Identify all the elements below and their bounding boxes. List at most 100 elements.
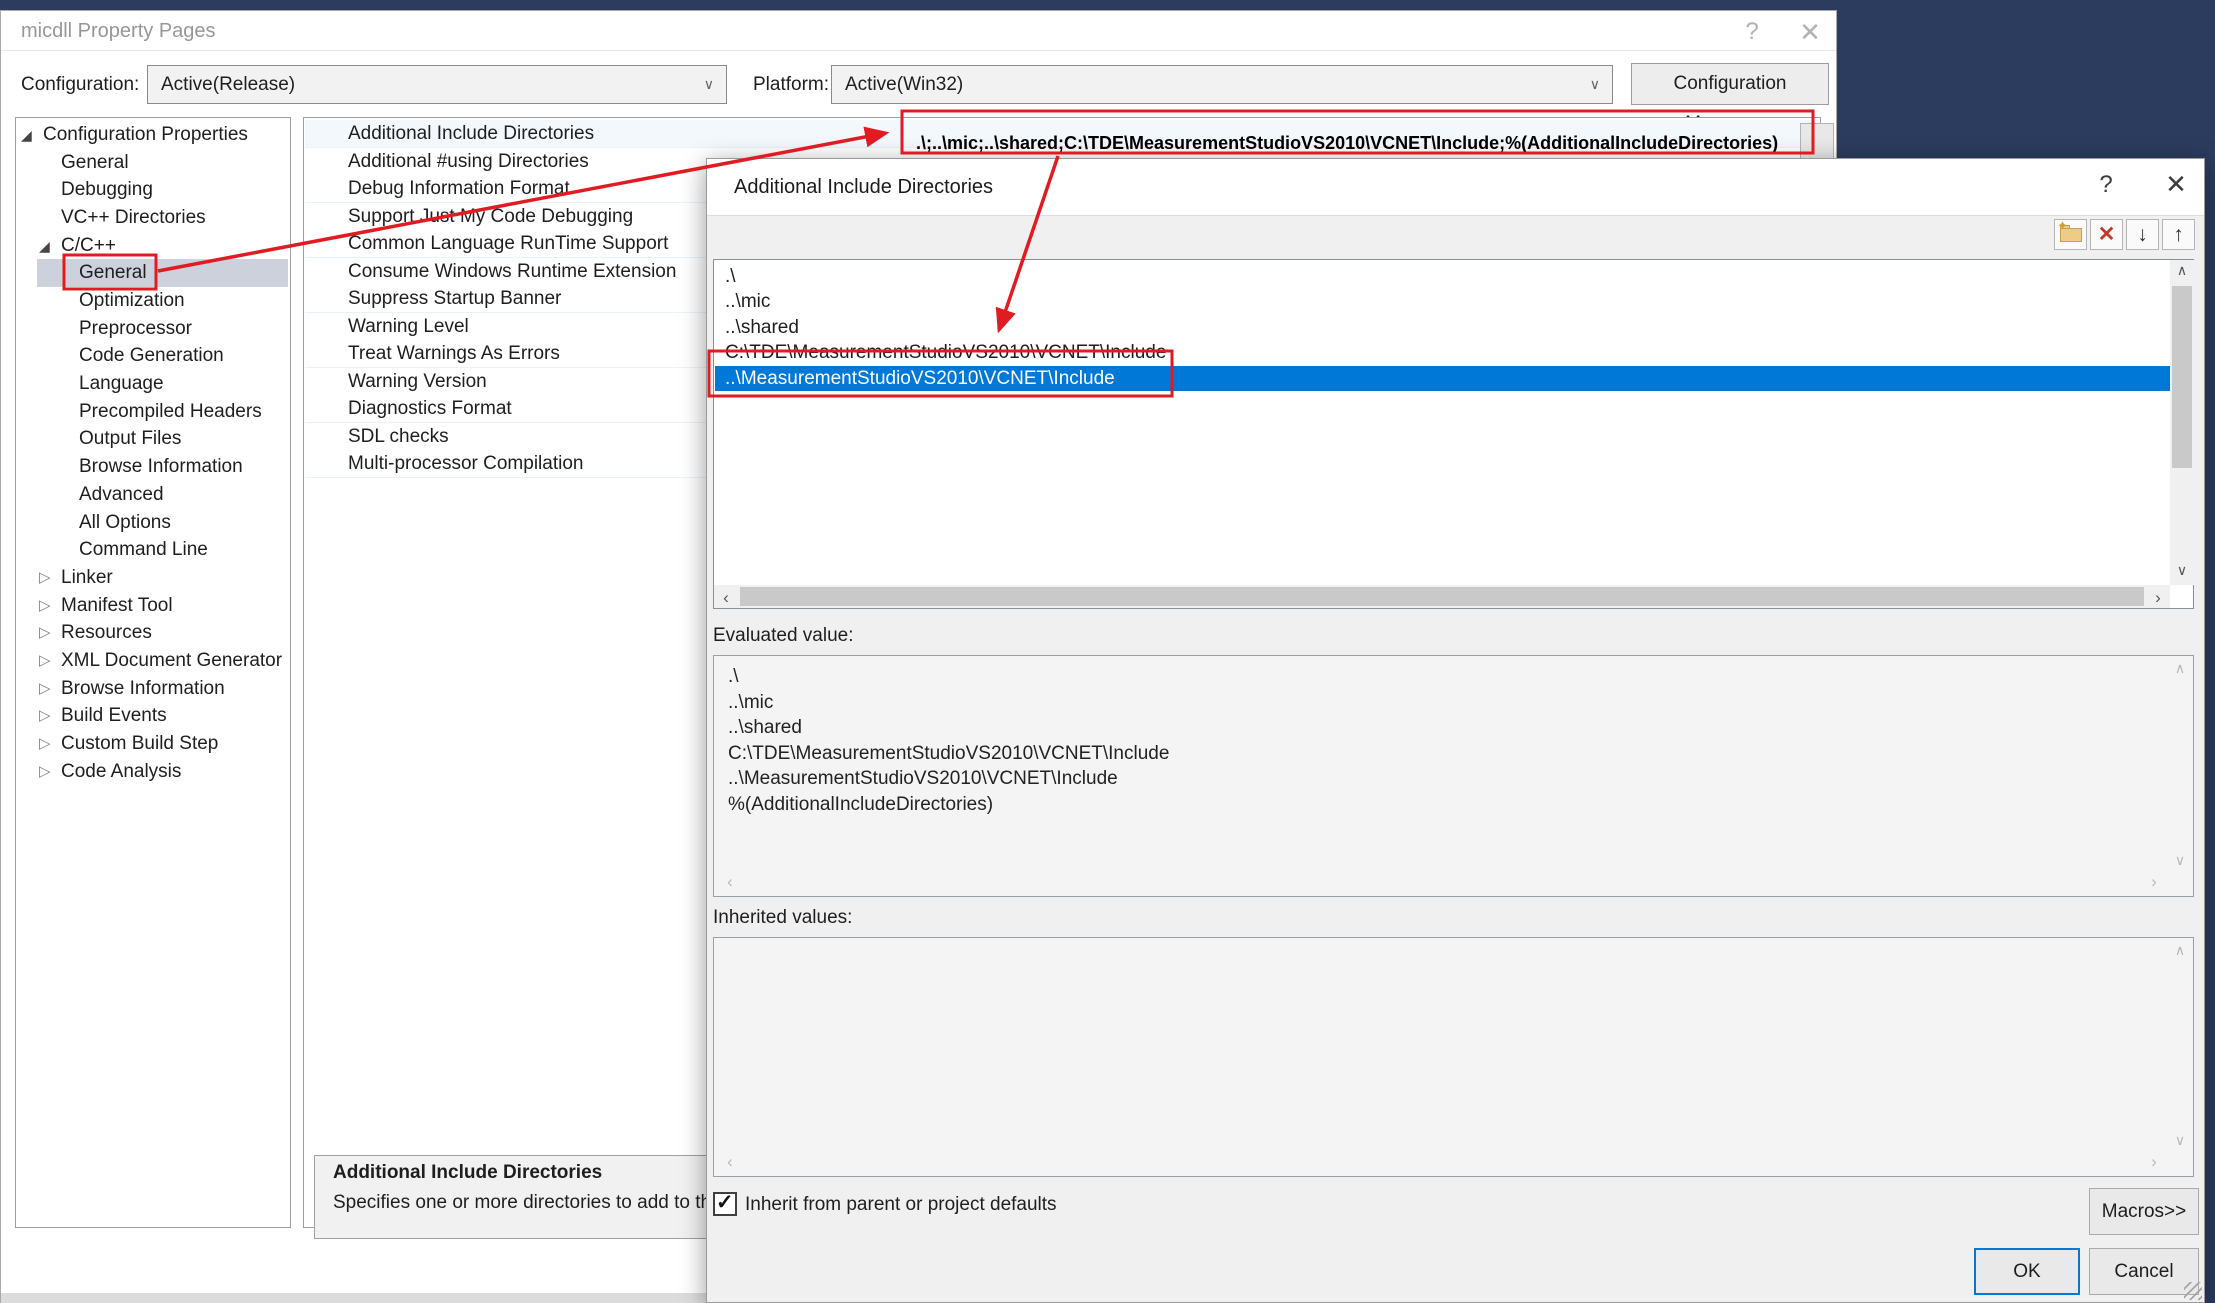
- tree-collapsed-icon[interactable]: ▷: [39, 647, 51, 675]
- scroll-right-icon[interactable]: ›: [2142, 872, 2166, 892]
- tree-item-general[interactable]: General: [17, 259, 289, 287]
- tree-item-all-options[interactable]: All Options: [17, 509, 289, 537]
- tree-item-debugging[interactable]: Debugging: [17, 176, 289, 204]
- close-icon[interactable]: ✕: [2159, 169, 2193, 205]
- tree-item-vc-directories[interactable]: VC++ Directories: [17, 204, 289, 232]
- scroll-up-icon[interactable]: ∧: [2168, 660, 2192, 677]
- tree-item-custom-build-step[interactable]: ▷ Custom Build Step: [17, 730, 289, 758]
- tree-item-label: Custom Build Step: [61, 730, 218, 758]
- tree-item-language[interactable]: Language: [17, 370, 289, 398]
- scrollbar-thumb[interactable]: [2172, 286, 2192, 468]
- tree-collapsed-icon[interactable]: ▷: [39, 564, 51, 592]
- tree-item-advanced[interactable]: Advanced: [17, 481, 289, 509]
- tree-item-configuration-properties[interactable]: ◢Configuration Properties: [17, 121, 289, 149]
- tree-item-label: Command Line: [79, 536, 208, 564]
- configuration-manager-button[interactable]: Configuration Manager...: [1631, 63, 1829, 105]
- description-text: Specifies one or more directories to add…: [333, 1192, 742, 1214]
- dialog-title: Additional Include Directories: [734, 159, 993, 216]
- additional-include-directories-dialog: Additional Include Directories ? ✕ ✦ ✕ ↓…: [706, 158, 2205, 1303]
- tree-collapsed-icon[interactable]: ▷: [39, 730, 51, 758]
- tree-item-browse-information[interactable]: ▷ Browse Information: [17, 675, 289, 703]
- configuration-dropdown[interactable]: Active(Release) ∨: [147, 65, 727, 104]
- directory-entry[interactable]: C:\TDE\MeasurementStudioVS2010\VCNET\Inc…: [715, 340, 2170, 365]
- help-icon[interactable]: ?: [1737, 17, 1767, 47]
- evaluated-value-box[interactable]: .\ ..\mic ..\shared C:\TDE\MeasurementSt…: [713, 655, 2194, 897]
- tree-item-manifest-tool[interactable]: ▷Manifest Tool: [17, 592, 289, 620]
- tree-item-label: Browse Information: [61, 675, 225, 703]
- configuration-label: Configuration:: [21, 65, 139, 105]
- help-icon[interactable]: ?: [2091, 171, 2121, 205]
- resize-grip-icon[interactable]: [2184, 1282, 2202, 1300]
- scroll-up-icon[interactable]: ∧: [2170, 262, 2194, 279]
- tree-collapsed-icon[interactable]: ▷: [39, 592, 51, 620]
- tree-item-build-events[interactable]: ▷ Build Events: [17, 702, 289, 730]
- tree-item-precompiled-headers[interactable]: Precompiled Headers: [17, 398, 289, 426]
- tree-collapsed-icon[interactable]: ▷: [39, 619, 51, 647]
- delete-button[interactable]: ✕: [2090, 219, 2123, 250]
- scroll-right-icon[interactable]: ›: [2146, 588, 2170, 608]
- tree-item-preprocessor[interactable]: Preprocessor: [17, 315, 289, 343]
- tree-expanded-icon[interactable]: ◢: [39, 232, 50, 260]
- close-icon[interactable]: ✕: [1795, 17, 1825, 47]
- platform-dropdown[interactable]: Active(Win32) ∨: [831, 65, 1613, 104]
- scroll-up-icon[interactable]: ∧: [2168, 942, 2192, 959]
- tree-collapsed-icon[interactable]: ▷: [39, 758, 51, 786]
- window-bottom-strip: [1, 1293, 707, 1303]
- check-icon: ✓: [716, 1190, 734, 1215]
- tree-item-resources[interactable]: ▷Resources: [17, 619, 289, 647]
- scroll-down-icon[interactable]: ∨: [2168, 852, 2192, 869]
- macros-button[interactable]: Macros>>: [2089, 1188, 2199, 1235]
- screen: micdll Property Pages ? ✕ Configuration:…: [0, 0, 2215, 1303]
- directory-entry[interactable]: ..\mic: [715, 289, 2170, 314]
- scroll-right-icon[interactable]: ›: [2142, 1152, 2166, 1172]
- tree-item-label: VC++ Directories: [61, 204, 206, 232]
- tree-item-label: Browse Information: [79, 453, 243, 481]
- platform-value: Active(Win32): [845, 74, 963, 95]
- directory-entry[interactable]: .\: [715, 264, 2170, 289]
- tree-item-output-files[interactable]: Output Files: [17, 425, 289, 453]
- directories-listbox[interactable]: .\..\mic..\sharedC:\TDE\MeasurementStudi…: [713, 259, 2194, 609]
- tree-item-browse-information[interactable]: Browse Information: [17, 453, 289, 481]
- tree-collapsed-icon[interactable]: ▷: [39, 675, 51, 703]
- tree-item-code-generation[interactable]: Code Generation: [17, 342, 289, 370]
- scroll-down-icon[interactable]: ∨: [2168, 1132, 2192, 1149]
- inherited-values-box[interactable]: ∧ ∨ ‹ ›: [713, 937, 2194, 1177]
- property-value-text[interactable]: .\;..\mic;..\shared;C:\TDE\MeasurementSt…: [916, 123, 1801, 163]
- move-down-button[interactable]: ↓: [2126, 219, 2159, 250]
- scrollbar-thumb[interactable]: [740, 587, 2144, 606]
- scroll-left-icon[interactable]: ‹: [718, 872, 742, 892]
- ok-button[interactable]: OK: [1974, 1248, 2080, 1295]
- chevron-down-icon: ∨: [1590, 66, 1600, 103]
- tree-item-label: All Options: [79, 509, 171, 537]
- tree-selection-band: [37, 259, 288, 287]
- move-up-button[interactable]: ↑: [2162, 219, 2195, 250]
- tree-item-linker[interactable]: ▷ Linker: [17, 564, 289, 592]
- evaluated-value-label: Evaluated value:: [713, 625, 854, 647]
- directory-entry[interactable]: ..\shared: [715, 315, 2170, 340]
- horizontal-scrollbar[interactable]: ‹ ›: [714, 585, 2170, 608]
- tree-item-label: Build Events: [61, 702, 167, 730]
- tree-expanded-icon[interactable]: ◢: [21, 121, 32, 149]
- tree-item-optimization[interactable]: Optimization: [17, 287, 289, 315]
- arrow-down-icon: ↓: [2137, 223, 2148, 246]
- tree-item-label: Optimization: [79, 287, 185, 315]
- vertical-scrollbar[interactable]: ∧ ∨: [2170, 260, 2194, 585]
- value-dropdown-button[interactable]: [1800, 123, 1834, 161]
- evaluated-text: .\ ..\mic ..\shared C:\TDE\MeasurementSt…: [728, 664, 1169, 817]
- scroll-down-icon[interactable]: ∨: [2170, 562, 2194, 579]
- tree-item-label: Precompiled Headers: [79, 398, 262, 426]
- new-line-button[interactable]: ✦: [2054, 219, 2087, 250]
- tree-item-xml-document-generator[interactable]: ▷XML Document Generator: [17, 647, 289, 675]
- scroll-left-icon[interactable]: ‹: [714, 588, 738, 608]
- tree-item-code-analysis[interactable]: ▷Code Analysis: [17, 758, 289, 786]
- tree-item-label: Linker: [61, 564, 113, 592]
- tree-item-command-line[interactable]: Command Line: [17, 536, 289, 564]
- tree-collapsed-icon[interactable]: ▷: [39, 702, 51, 730]
- tree-item-c-c[interactable]: ◢C/C++: [17, 232, 289, 260]
- inherit-checkbox[interactable]: ✓: [713, 1192, 737, 1216]
- inherit-checkbox-label: Inherit from parent or project defaults: [745, 1194, 1057, 1216]
- tree-item-general[interactable]: General: [17, 149, 289, 177]
- scroll-left-icon[interactable]: ‹: [718, 1152, 742, 1172]
- directory-entry[interactable]: ..\MeasurementStudioVS2010\VCNET\Include: [715, 366, 2170, 391]
- cancel-button[interactable]: Cancel: [2089, 1248, 2199, 1295]
